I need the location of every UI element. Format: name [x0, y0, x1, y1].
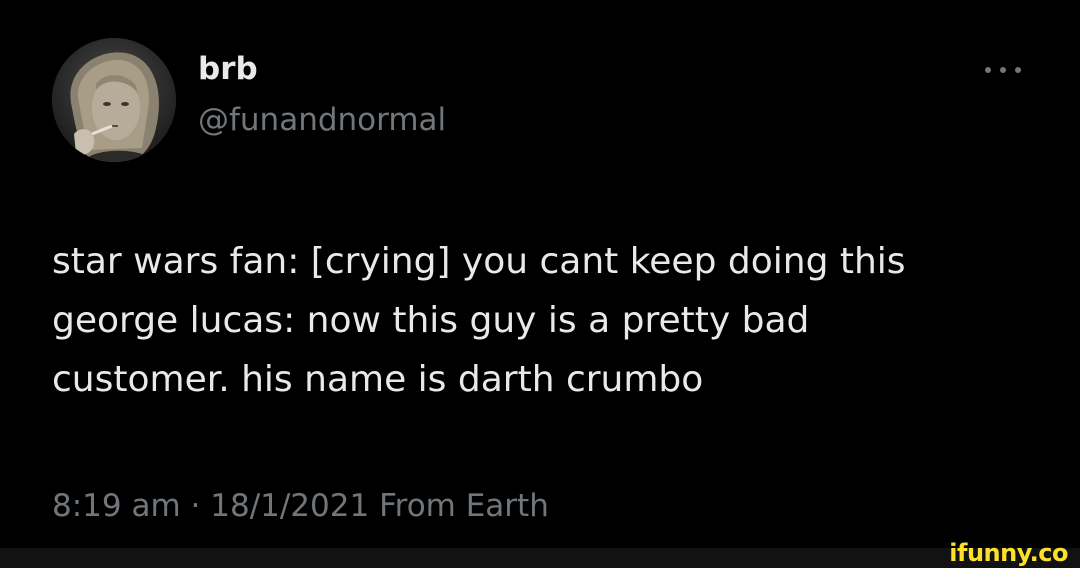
- tweet-text-line: customer. his name is darth crumbo: [52, 359, 704, 400]
- watermark-bar: [0, 548, 1080, 568]
- tweet-card: brb @funandnormal star wars fan: [crying…: [0, 0, 1080, 548]
- display-name[interactable]: brb: [198, 50, 258, 88]
- tweet-text-line: george lucas: now this guy is a pretty b…: [52, 300, 810, 341]
- tweet-date[interactable]: 18/1/2021: [210, 488, 369, 524]
- ifunny-watermark: ifunny.co: [949, 539, 1068, 567]
- tweet-text: star wars fan: [crying] you cant keep do…: [52, 232, 1052, 409]
- tweet-source: From Earth: [379, 488, 549, 524]
- meta-separator: ·: [190, 488, 201, 524]
- profile-photo-icon: [52, 38, 176, 162]
- tweet-time[interactable]: 8:19 am: [52, 488, 181, 524]
- tweet-metadata: 8:19 am · 18/1/2021 From Earth: [52, 486, 549, 526]
- more-options-button[interactable]: [980, 58, 1026, 82]
- ellipsis-icon: [985, 67, 1021, 73]
- avatar[interactable]: [52, 38, 176, 162]
- tweet-text-line: star wars fan: [crying] you cant keep do…: [52, 241, 906, 282]
- user-handle[interactable]: @funandnormal: [198, 101, 446, 139]
